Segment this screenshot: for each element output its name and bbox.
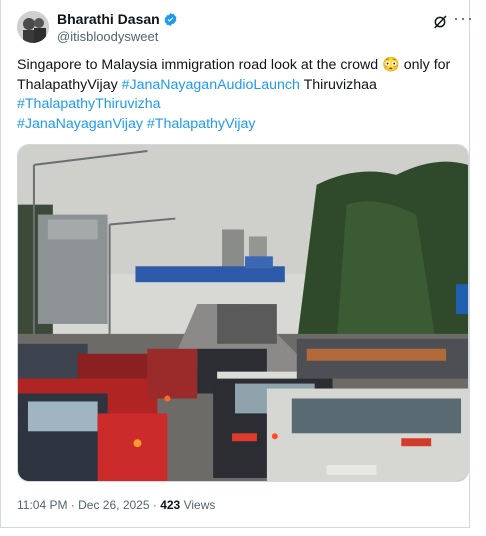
more-icon[interactable]: ···: [453, 8, 474, 28]
post-timestamp[interactable]: 11:04 PM · Dec 26, 2025: [17, 498, 150, 512]
emoji-flushed: 😳: [382, 57, 400, 73]
hashtag-link[interactable]: #ThalapathyVijay: [147, 116, 256, 132]
grok-icon[interactable]: [432, 14, 448, 30]
post-text: Singapore to Malaysia immigration road l…: [17, 56, 457, 134]
author-name-row[interactable]: Bharathi Dasan: [57, 11, 178, 28]
views-label: Views: [180, 498, 216, 512]
author-handle[interactable]: @itisbloodysweet: [57, 29, 158, 45]
hashtag-link[interactable]: #JanaNayaganAudioLaunch: [122, 77, 300, 93]
post-text-part: ThalapathyVijay: [17, 76, 122, 93]
post-text-part: Thiruvizhaa: [299, 76, 377, 93]
author-display-name[interactable]: Bharathi Dasan: [57, 11, 160, 28]
post-meta: 11:04 PM · Dec 26, 2025 · 423 Views: [17, 498, 215, 512]
post-text-part: Singapore to Malaysia immigration road l…: [17, 57, 383, 73]
post-card: Bharathi Dasan @itisbloodysweet ··· Sing…: [0, 0, 473, 528]
views-count: 423: [160, 498, 181, 512]
hashtag-link[interactable]: #ThalapathyThiruvizha: [17, 96, 161, 112]
hashtag-link[interactable]: #JanaNayaganVijay: [17, 116, 143, 132]
meta-separator: ·: [149, 498, 161, 512]
post-image[interactable]: [17, 144, 469, 482]
post-text-part: only for: [399, 57, 451, 73]
verified-badge-icon: [164, 12, 177, 27]
avatar[interactable]: [17, 11, 49, 43]
